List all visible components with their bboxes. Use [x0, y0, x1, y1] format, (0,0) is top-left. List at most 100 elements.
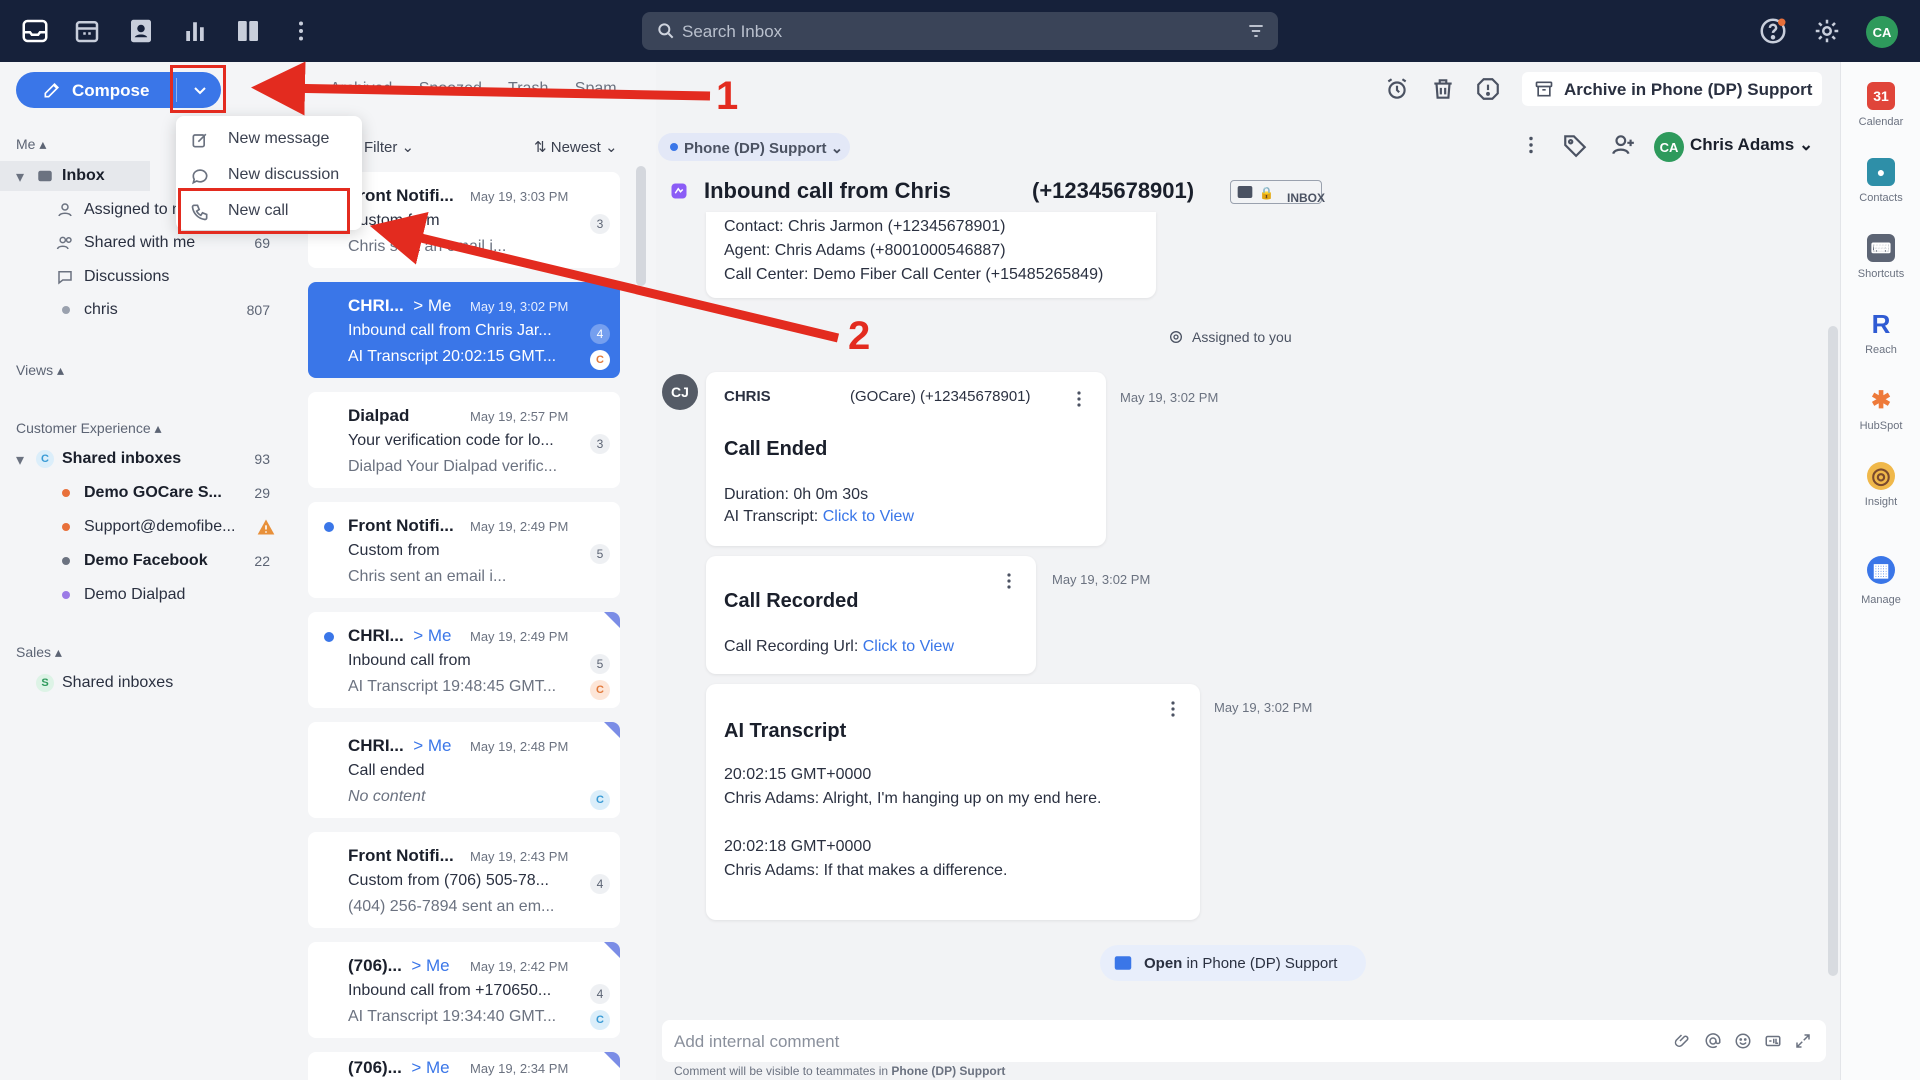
sidebar-item-sales-shared-inboxes[interactable]: S Shared inboxes: [0, 668, 290, 698]
app-calendar[interactable]: 31 Calendar: [1841, 72, 1920, 142]
trash-icon[interactable]: [1430, 76, 1458, 104]
sidebar-item-demo-dialpad[interactable]: Demo Dialpad: [0, 580, 290, 610]
inbox-color-dot: [62, 523, 70, 531]
gear-icon[interactable]: [1812, 16, 1842, 46]
tab-archived[interactable]: Archived: [330, 80, 392, 97]
menu-item-new-discussion[interactable]: New discussion: [176, 158, 362, 192]
inbox-icon: [38, 170, 52, 182]
list-item[interactable]: (706)... > Me May 19, 2:42 PM Inbound ca…: [308, 942, 620, 1038]
list-item[interactable]: CHRI... > Me May 19, 2:49 PM Inbound cal…: [308, 612, 620, 708]
more-vertical-icon[interactable]: [1518, 132, 1546, 160]
inbox-status-badge: INBOX 🔒: [1230, 180, 1325, 205]
section-cx-label: Customer Experience: [16, 420, 151, 436]
sidebar-item-demo-gocare[interactable]: Demo GOCare S... 29: [0, 478, 290, 508]
app-hubspot[interactable]: ✱ HubSpot: [1841, 376, 1920, 446]
app-contacts[interactable]: ● Contacts: [1841, 148, 1920, 218]
mention-icon[interactable]: [1704, 1032, 1722, 1050]
section-me[interactable]: Me ▴: [16, 136, 46, 153]
section-customer-experience[interactable]: Customer Experience ▴: [16, 420, 162, 437]
assignee-avatar[interactable]: CA: [1654, 132, 1684, 162]
sidebar-item-chris[interactable]: chris 807: [0, 295, 290, 325]
tab-trash[interactable]: Trash: [508, 80, 548, 97]
app-manage[interactable]: ▦ Manage: [1841, 546, 1920, 616]
sidebar-item-assigned[interactable]: Assigned to me: [0, 195, 176, 225]
inbox-icon[interactable]: [20, 16, 50, 46]
more-vertical-icon[interactable]: [1170, 700, 1176, 718]
channel-badge: C: [590, 1010, 610, 1030]
list-item[interactable]: (706)... > Me May 19, 2:34 PM: [308, 1052, 620, 1080]
contacts-icon[interactable]: [126, 16, 156, 46]
more-vertical-icon[interactable]: [286, 16, 316, 46]
sidebar-item-discussions[interactable]: Discussions: [0, 262, 290, 292]
list-item[interactable]: CHRI... > Me May 19, 2:48 PM Call ended …: [308, 722, 620, 818]
list-item[interactable]: Front Notifi... May 19, 2:43 PM Custom f…: [308, 832, 620, 928]
filter-dropdown[interactable]: Filter ⌄: [364, 138, 414, 156]
menu-item-new-message[interactable]: New message: [176, 122, 362, 156]
sidebar-item-demo-facebook[interactable]: Demo Facebook 22: [0, 546, 290, 576]
assignee-dropdown[interactable]: Chris Adams ⌄: [1690, 135, 1813, 155]
attachment-icon[interactable]: [1674, 1032, 1692, 1050]
transcript-row: AI Transcript: Click to View: [724, 508, 914, 526]
snooze-icon[interactable]: [1384, 76, 1412, 104]
list-item-subject: Custom from (706) 505-78...: [348, 872, 549, 889]
calendar-icon[interactable]: [72, 16, 102, 46]
transcript-line: Chris Adams: If that makes a difference.: [724, 862, 1008, 879]
analytics-icon[interactable]: [180, 16, 210, 46]
app-rail: 31 Calendar ● Contacts ⌨ Shortcuts R Rea…: [1840, 62, 1920, 1080]
search-input[interactable]: Search Inbox: [642, 12, 1278, 50]
gif-icon[interactable]: [1764, 1032, 1782, 1050]
chat-bubble-icon: [192, 169, 208, 185]
channel-badge: C: [590, 790, 610, 810]
recording-link[interactable]: Click to View: [863, 638, 954, 655]
list-item[interactable]: Front Notifi... May 19, 2:49 PM Custom f…: [308, 502, 620, 598]
spam-alert-icon[interactable]: [1475, 76, 1503, 104]
tab-spam[interactable]: Spam: [575, 80, 617, 97]
expand-icon[interactable]: [1794, 1032, 1812, 1050]
sidebar-item-cx-shared-inboxes[interactable]: ▾ C Shared inboxes 93: [0, 444, 290, 474]
list-item-selected[interactable]: CHRI... > Me May 19, 3:02 PM Inbound cal…: [308, 282, 620, 378]
assigned-corner: [604, 1052, 620, 1068]
inbox-chip[interactable]: Phone (DP) Support ⌄: [658, 133, 850, 161]
sort-dropdown[interactable]: ⇅ Newest ⌄: [534, 138, 618, 156]
help-icon[interactable]: [1758, 16, 1788, 46]
message-count: 3: [590, 434, 610, 454]
list-item-subject: Inbound call from: [348, 652, 471, 669]
sidebar-item-support[interactable]: Support@demofibe...: [0, 512, 290, 542]
list-scrollbar[interactable]: [636, 166, 646, 286]
tag-icon[interactable]: [1562, 132, 1590, 160]
conversation-scrollbar[interactable]: [1828, 326, 1838, 976]
open-in-inbox-button[interactable]: Open in Phone (DP) Support: [1100, 945, 1366, 981]
assigned-corner: [604, 612, 620, 628]
app-label: Manage: [1861, 594, 1901, 606]
sidebar-item-label: Demo Facebook: [84, 552, 208, 569]
archive-button[interactable]: Archive in Phone (DP) Support: [1522, 72, 1822, 106]
recording-label: Call Recording Url:: [724, 638, 859, 655]
list-item[interactable]: Dialpad May 19, 2:57 PM Your verificatio…: [308, 392, 620, 488]
list-item-subject: Inbound call from Chris Jar...: [348, 322, 552, 339]
message-sender-detail: (GOCare) (+12345678901): [850, 388, 1031, 405]
user-avatar[interactable]: CA: [1866, 16, 1898, 48]
app-insight[interactable]: ◎ Insight: [1841, 452, 1920, 522]
more-vertical-icon[interactable]: [1006, 572, 1012, 590]
section-sales[interactable]: Sales ▴: [16, 644, 62, 661]
app-shortcuts[interactable]: ⌨ Shortcuts: [1841, 224, 1920, 294]
assigned-corner: [604, 722, 620, 738]
section-me-label: Me: [16, 136, 36, 152]
compose-label: Compose: [72, 81, 150, 100]
app-label: Shortcuts: [1857, 268, 1905, 280]
chevron-down-icon: ▾: [16, 452, 25, 469]
list-item-time: May 19, 2:48 PM: [470, 739, 569, 754]
tab-snoozed[interactable]: Snoozed: [419, 80, 482, 97]
emoji-icon[interactable]: [1734, 1032, 1752, 1050]
internal-comment-input[interactable]: Add internal comment: [662, 1020, 1826, 1062]
assign-user-icon[interactable]: [1610, 132, 1638, 160]
columns-icon[interactable]: [233, 16, 263, 46]
section-views[interactable]: Views ▴: [16, 362, 64, 379]
assignee-name: Chris Adams: [1690, 135, 1795, 154]
filter-icon[interactable]: [1246, 21, 1266, 41]
app-reach[interactable]: R Reach: [1841, 300, 1920, 370]
call-duration: Duration: 0h 0m 30s: [724, 486, 869, 503]
more-vertical-icon[interactable]: [1076, 390, 1082, 408]
sidebar-item-inbox[interactable]: ▾ Inbox: [0, 161, 150, 191]
transcript-link[interactable]: Click to View: [823, 508, 914, 525]
